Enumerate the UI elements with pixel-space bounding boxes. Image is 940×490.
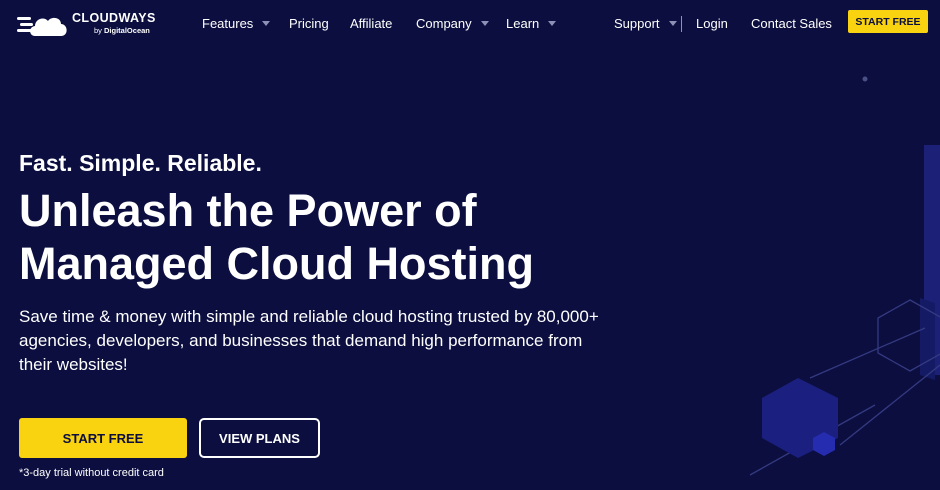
cloudways-logo[interactable]: CLOUDWAYS by DigitalOcean — [17, 10, 177, 40]
trial-footnote: *3-day trial without credit card — [19, 467, 164, 479]
hero-headline-line-1: Unleash the Power of — [19, 185, 477, 236]
nav-contact-sales-label: Contact Sales — [751, 16, 832, 31]
hero-headline-line-2: Managed Cloud Hosting — [19, 238, 534, 289]
start-free-button[interactable]: START FREE — [19, 418, 187, 458]
nav-contact-sales[interactable]: Contact Sales — [751, 16, 832, 31]
logo-wordmark: CLOUDWAYS — [72, 11, 156, 25]
nav-support[interactable]: Support — [614, 16, 677, 31]
page: CLOUDWAYS by DigitalOcean Features Prici… — [0, 0, 940, 490]
nav-affiliate[interactable]: Affiliate — [350, 16, 392, 31]
nav-start-free-button[interactable]: START FREE — [848, 10, 928, 33]
nav-affiliate-label: Affiliate — [350, 16, 393, 31]
top-nav: CLOUDWAYS by DigitalOcean Features Prici… — [0, 0, 940, 48]
hero-headline: Unleash the Power of Managed Cloud Hosti… — [19, 184, 639, 290]
nav-pricing[interactable]: Pricing — [289, 16, 329, 31]
nav-company-label: Company — [416, 16, 472, 31]
hexagon-decoration — [749, 76, 940, 476]
cloud-logo-icon — [17, 17, 67, 36]
nav-divider — [681, 16, 682, 32]
nav-login-label: Login — [696, 16, 728, 31]
nav-features[interactable]: Features — [202, 16, 271, 31]
chevron-down-icon — [668, 21, 677, 26]
view-plans-button[interactable]: VIEW PLANS — [199, 418, 320, 458]
hero-description: Save time & money with simple and reliab… — [19, 307, 599, 374]
logo-subbrand: by DigitalOcean — [94, 26, 150, 35]
nav-learn[interactable]: Learn — [506, 16, 557, 31]
nav-learn-label: Learn — [506, 16, 540, 31]
chevron-down-icon — [548, 21, 557, 26]
nav-company[interactable]: Company — [416, 16, 489, 31]
nav-support-label: Support — [614, 16, 660, 31]
nav-login[interactable]: Login — [696, 16, 728, 31]
chevron-down-icon — [262, 21, 271, 26]
hero-tagline: Fast. Simple. Reliable. — [19, 150, 262, 176]
nav-pricing-label: Pricing — [289, 16, 329, 31]
chevron-down-icon — [480, 21, 489, 26]
nav-features-label: Features — [202, 16, 254, 31]
